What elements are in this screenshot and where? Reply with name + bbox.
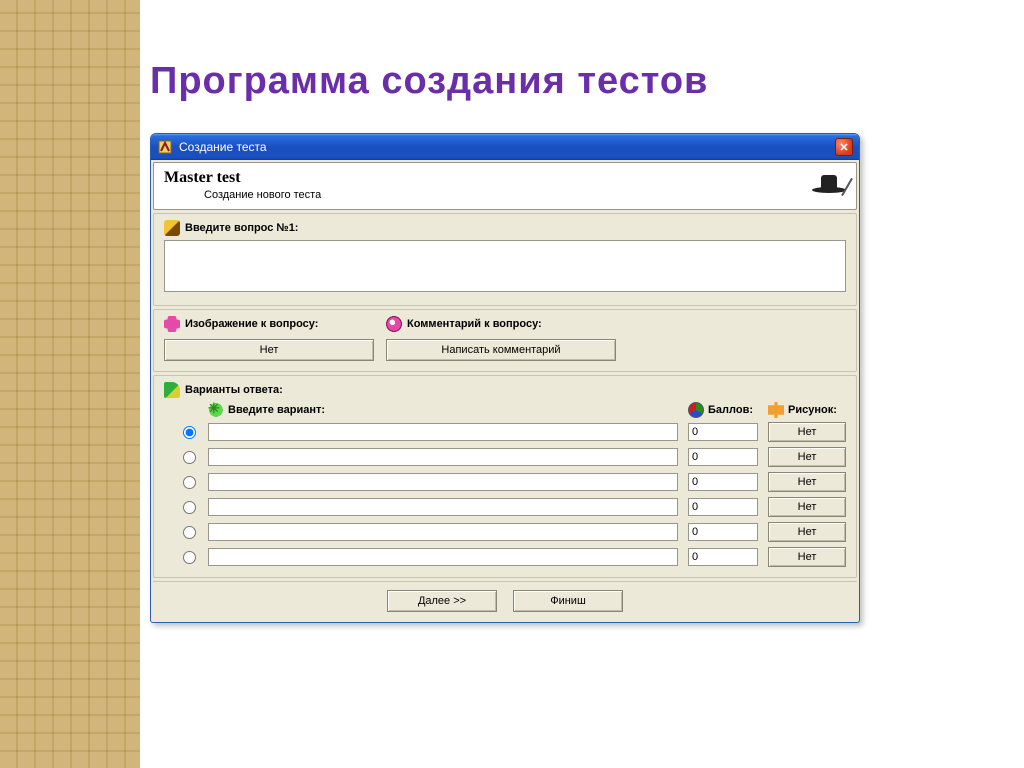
answer-image-button[interactable]: Нет: [768, 447, 846, 467]
answer-image-button[interactable]: Нет: [768, 522, 846, 542]
window-body: Master test Создание нового теста Введит…: [151, 160, 859, 622]
answer-radio[interactable]: [183, 451, 196, 464]
wizard-subtitle: Создание нового теста: [204, 189, 812, 201]
answer-radio[interactable]: [183, 426, 196, 439]
answer-radio[interactable]: [183, 551, 196, 564]
answer-row: Нет: [180, 497, 846, 517]
question-label: Введите вопрос №1:: [185, 222, 298, 234]
answer-image-button[interactable]: Нет: [768, 472, 846, 492]
next-button[interactable]: Далее >>: [387, 590, 497, 612]
answer-score-input[interactable]: [688, 498, 758, 516]
answer-text-input[interactable]: [208, 473, 678, 491]
answer-radio[interactable]: [183, 501, 196, 514]
answer-score-input[interactable]: [688, 548, 758, 566]
close-icon: ✕: [839, 141, 848, 154]
score-header: Баллов:: [708, 404, 753, 416]
wizard-buttons: Далее >> Финиш: [153, 581, 857, 620]
flower-icon: [164, 316, 180, 332]
question-image-button[interactable]: Нет: [164, 339, 374, 361]
answer-score-input[interactable]: [688, 473, 758, 491]
answers-panel: Варианты ответа: Введите вариант: Баллов…: [153, 375, 857, 578]
wizard-header: Master test Создание нового теста: [153, 162, 857, 210]
answer-text-input[interactable]: [208, 448, 678, 466]
answer-row: Нет: [180, 547, 846, 567]
answer-text-input[interactable]: [208, 523, 678, 541]
finish-button[interactable]: Финиш: [513, 590, 623, 612]
slide: Программа создания тестов Создание теста…: [0, 0, 1024, 768]
answer-radio[interactable]: [183, 526, 196, 539]
window-titlebar[interactable]: Создание теста ✕: [151, 134, 859, 160]
answer-row: Нет: [180, 522, 846, 542]
answer-score-input[interactable]: [688, 423, 758, 441]
answer-text-input[interactable]: [208, 423, 678, 441]
answer-image-button[interactable]: Нет: [768, 547, 846, 567]
pie-icon: [688, 402, 704, 418]
answer-row: Нет: [180, 472, 846, 492]
puzzle-icon: [768, 402, 784, 418]
answer-score-input[interactable]: [688, 523, 758, 541]
pencil-icon: [164, 220, 180, 236]
image-label: Изображение к вопросу:: [185, 318, 318, 330]
window-title: Создание теста: [179, 140, 829, 154]
tag-icon: [164, 382, 180, 398]
question-input[interactable]: [164, 240, 846, 292]
answer-radio[interactable]: [183, 476, 196, 489]
star-icon: [208, 402, 224, 418]
question-comment-button[interactable]: Написать комментарий: [386, 339, 616, 361]
answer-row: Нет: [180, 422, 846, 442]
attachments-panel: Изображение к вопросу: Нет Комментарий к…: [153, 309, 857, 372]
wizard-hat-icon: [812, 169, 846, 197]
window-close-button[interactable]: ✕: [835, 138, 853, 156]
answers-section-label: Варианты ответа:: [185, 384, 283, 396]
app-window: Создание теста ✕ Master test Создание но…: [150, 133, 860, 623]
app-icon: [157, 139, 173, 155]
answer-row: Нет: [180, 447, 846, 467]
answer-text-input[interactable]: [208, 498, 678, 516]
image-header: Рисунок:: [788, 404, 837, 416]
answer-score-input[interactable]: [688, 448, 758, 466]
comment-icon: [386, 316, 402, 332]
wizard-title: Master test: [164, 169, 812, 187]
answer-image-button[interactable]: Нет: [768, 497, 846, 517]
variant-header: Введите вариант:: [228, 404, 325, 416]
question-panel: Введите вопрос №1:: [153, 213, 857, 306]
answer-text-input[interactable]: [208, 548, 678, 566]
comment-label: Комментарий к вопросу:: [407, 318, 542, 330]
slide-title: Программа создания тестов: [150, 60, 984, 103]
answer-image-button[interactable]: Нет: [768, 422, 846, 442]
